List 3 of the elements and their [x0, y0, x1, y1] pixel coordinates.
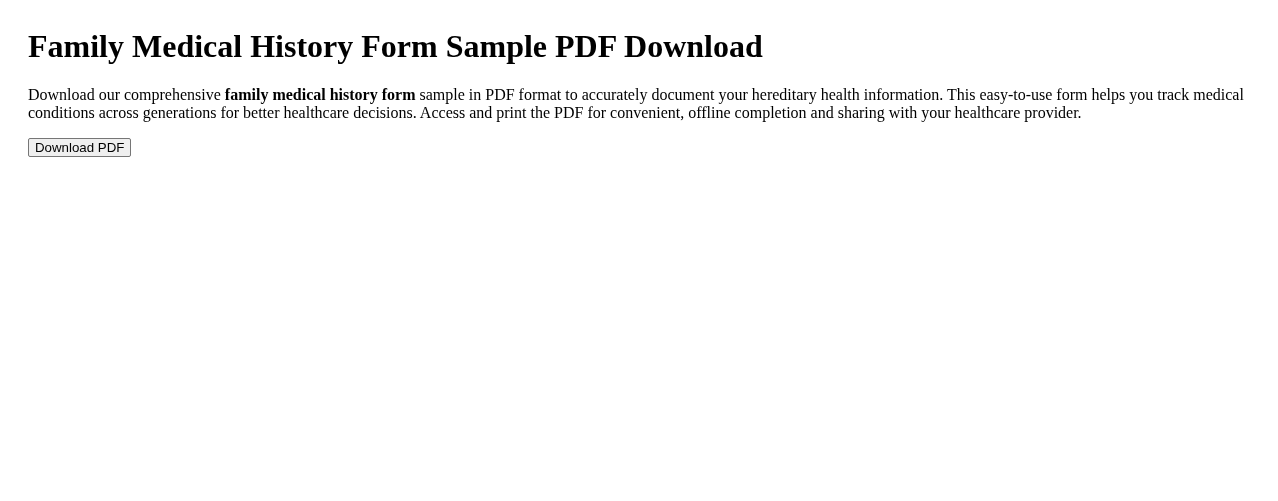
download-pdf-button[interactable]: Download PDF	[28, 138, 132, 157]
description-paragraph: Download our comprehensive family medical history form sample in PDF format to accurately document your hereditary health information. This easy-to-use form helps you track medical conditions across generations for better healthcare decisions. Access and print the PDF for convenient, offline completion and sharing with your healthcare provider.	[28, 86, 1245, 122]
page-title: Family Medical History Form Sample PDF Download	[28, 28, 764, 65]
